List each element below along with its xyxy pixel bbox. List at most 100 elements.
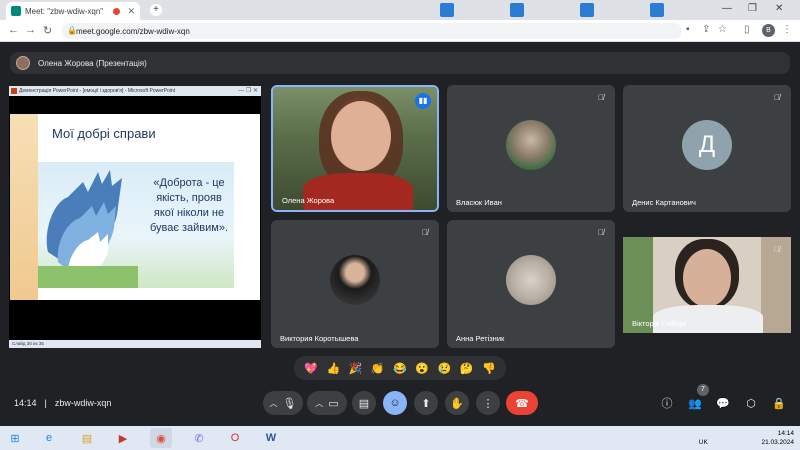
meeting-time: 14:14 [14, 398, 37, 408]
people-icon[interactable]: 👥 [686, 395, 704, 413]
participant-name: Олена Жорова [282, 196, 335, 205]
slide-decor-stripe [10, 114, 38, 300]
leave-call-button[interactable]: ☎ [506, 391, 538, 415]
reaction-heart-icon[interactable]: 💖 [304, 362, 318, 375]
hang-up-icon: ☎ [515, 397, 529, 410]
ppt-window-title-bar: Демонстрація PowerPoint - [емоції і здор… [9, 86, 261, 96]
tab-meet[interactable]: Meet: "zbw-wdiw-xqn" ✕ [6, 2, 140, 20]
mic-off-icon: 🎙̸ [598, 93, 604, 102]
restore-icon[interactable]: ❐ [748, 3, 757, 14]
mic-off-icon: 🎙̸ [774, 93, 780, 102]
word-icon[interactable]: W [260, 428, 282, 448]
participant-tile-vlasiuk[interactable]: 🎙̸ Власюк Иван [447, 85, 615, 212]
start-button-icon[interactable]: ⊞ [4, 428, 26, 448]
reload-icon[interactable]: ↻ [43, 24, 52, 37]
meeting-details-icon[interactable]: ⓘ [658, 395, 676, 413]
slide-canvas: Мої добрі справи «Доброта - це якість, п… [10, 114, 260, 300]
close-window-icon[interactable]: ✕ [775, 3, 783, 14]
presenter-bar[interactable]: Олена Жорова (Презентація) [10, 52, 790, 74]
address-input[interactable]: 🔒 meet.google.com/zbw-wdiw-xqn [62, 23, 682, 39]
mic-button[interactable]: ︿ 🎙 [263, 391, 303, 415]
reactions-bar: 💖 👍 🎉 👏 😂 😮 😢 🤔 👎 [294, 356, 506, 380]
ppt-window-title: Демонстрація PowerPoint - [емоції і здор… [19, 88, 176, 94]
video-face-front [331, 101, 391, 171]
url-text: meet.google.com/zbw-wdiw-xqn [76, 26, 190, 36]
participant-name: Виктория Коротышева [280, 334, 359, 343]
chrome-icon[interactable]: ◉ [150, 428, 172, 448]
system-tray: UK 14:14 21.03.2024 [699, 429, 794, 447]
mic-off-icon: 🎙̸ [598, 228, 604, 237]
minimize-icon[interactable]: — [722, 3, 732, 14]
reaction-surprised-icon[interactable]: 😮 [415, 362, 429, 375]
chevron-up-icon[interactable]: ︿ [315, 398, 323, 409]
participant-tile-olena[interactable]: ▮▮ Олена Жорова [271, 85, 439, 212]
participant-tile-viktoriia-k[interactable]: 🎙̸ Виктория Коротышева [271, 220, 439, 348]
clock[interactable]: 14:14 21.03.2024 [761, 429, 794, 447]
more-options-button[interactable]: ⋮ [476, 391, 500, 415]
reaction-clap-icon[interactable]: 👏 [371, 362, 385, 375]
chat-icon[interactable]: 💬 [714, 395, 732, 413]
participant-tile-anna[interactable]: 🎙̸ Анна Ретізник [447, 220, 615, 348]
slide: Мої добрі справи «Доброта - це якість, п… [10, 114, 260, 404]
forward-icon[interactable]: → [25, 24, 36, 36]
host-controls-icon[interactable]: 🔒 [770, 395, 788, 413]
tray-time: 14:14 [777, 430, 794, 437]
reaction-sad-icon[interactable]: 😢 [438, 362, 452, 375]
participant-avatar-cat [506, 119, 556, 170]
meeting-info: 14:14 | zbw-wdiw-xqn [14, 398, 111, 408]
hand-icon: ✋ [450, 397, 464, 410]
recording-dot-icon [113, 7, 121, 15]
reaction-laugh-icon[interactable]: 😂 [393, 362, 407, 375]
activities-icon[interactable]: ⬡ [742, 395, 760, 413]
share-icon[interactable]: ⇪ [702, 24, 710, 35]
powerpoint-icon [11, 88, 17, 94]
tab-icon-outlook-4[interactable] [650, 3, 664, 17]
tab-icon-outlook-3[interactable] [580, 3, 594, 17]
sidebar-icon[interactable]: ▯ [744, 24, 750, 35]
present-button[interactable]: ⬆ [414, 391, 438, 415]
explorer-icon[interactable]: ▤ [76, 428, 98, 448]
tab-title: Meet: "zbw-wdiw-xqn" [25, 6, 104, 16]
presenter-avatar [16, 56, 30, 70]
new-tab-button[interactable]: + [150, 4, 162, 16]
captions-icon: ▤ [358, 397, 370, 410]
mic-icon: 🎙 [282, 397, 297, 410]
lock-icon: 🔒 [67, 26, 77, 35]
tab-icon-outlook[interactable] [440, 3, 454, 17]
slide-quote: «Доброта - це якість, прояв якої ніколи … [149, 177, 229, 234]
participant-tile-viktoriia-h[interactable]: 🎙̸ Вікторія Глібчук [623, 237, 791, 333]
video-face [683, 249, 731, 307]
tab-icon-outlook-2[interactable] [510, 3, 524, 17]
camera-button[interactable]: ︿ ▭ [307, 391, 347, 415]
chevron-up-icon[interactable]: ︿ [270, 398, 278, 409]
reaction-thumbs-down-icon[interactable]: 👎 [482, 362, 496, 375]
participant-name: Анна Ретізник [456, 334, 505, 343]
profile-avatar[interactable]: B [762, 24, 775, 37]
bookmark-star-icon[interactable]: ☆ [718, 24, 727, 35]
opera-icon[interactable]: O [224, 428, 246, 448]
reaction-thumbs-up-icon[interactable]: 👍 [326, 362, 340, 375]
close-tab-icon[interactable]: ✕ [127, 6, 135, 17]
media-player-icon[interactable]: ▶ [112, 428, 134, 448]
participant-tile-denys[interactable]: 🎙̸ Д Денис Картанович [623, 85, 791, 212]
menu-kebab-icon[interactable]: ⋮ [782, 24, 792, 35]
back-icon[interactable]: ← [8, 24, 19, 36]
mic-off-icon: 🎙̸ [774, 245, 780, 254]
language-indicator[interactable]: UK [699, 439, 708, 446]
presenter-label: Олена Жорова (Презентація) [38, 58, 147, 68]
captions-button[interactable]: ▤ [352, 391, 376, 415]
reaction-party-icon[interactable]: 🎉 [349, 362, 363, 375]
raise-hand-button[interactable]: ✋ [445, 391, 469, 415]
participant-count-badge: 7 [697, 384, 709, 396]
participant-name: Власюк Иван [456, 198, 502, 207]
participant-avatar-cat [506, 255, 556, 305]
meeting-code: zbw-wdiw-xqn [54, 398, 112, 408]
presentation-tile[interactable]: Демонстрація PowerPoint - [емоції і здор… [9, 86, 261, 348]
ie-icon[interactable]: e [38, 428, 60, 448]
viber-icon[interactable]: ✆ [188, 428, 210, 448]
reaction-thinking-icon[interactable]: 🤔 [460, 362, 474, 375]
camera-status-icon[interactable]: ▪ [686, 24, 690, 35]
ppt-window-controls-icon: — ❐ ✕ [238, 88, 258, 94]
reactions-button[interactable]: ☺ [383, 391, 407, 415]
emoji-icon: ☺ [389, 397, 401, 409]
